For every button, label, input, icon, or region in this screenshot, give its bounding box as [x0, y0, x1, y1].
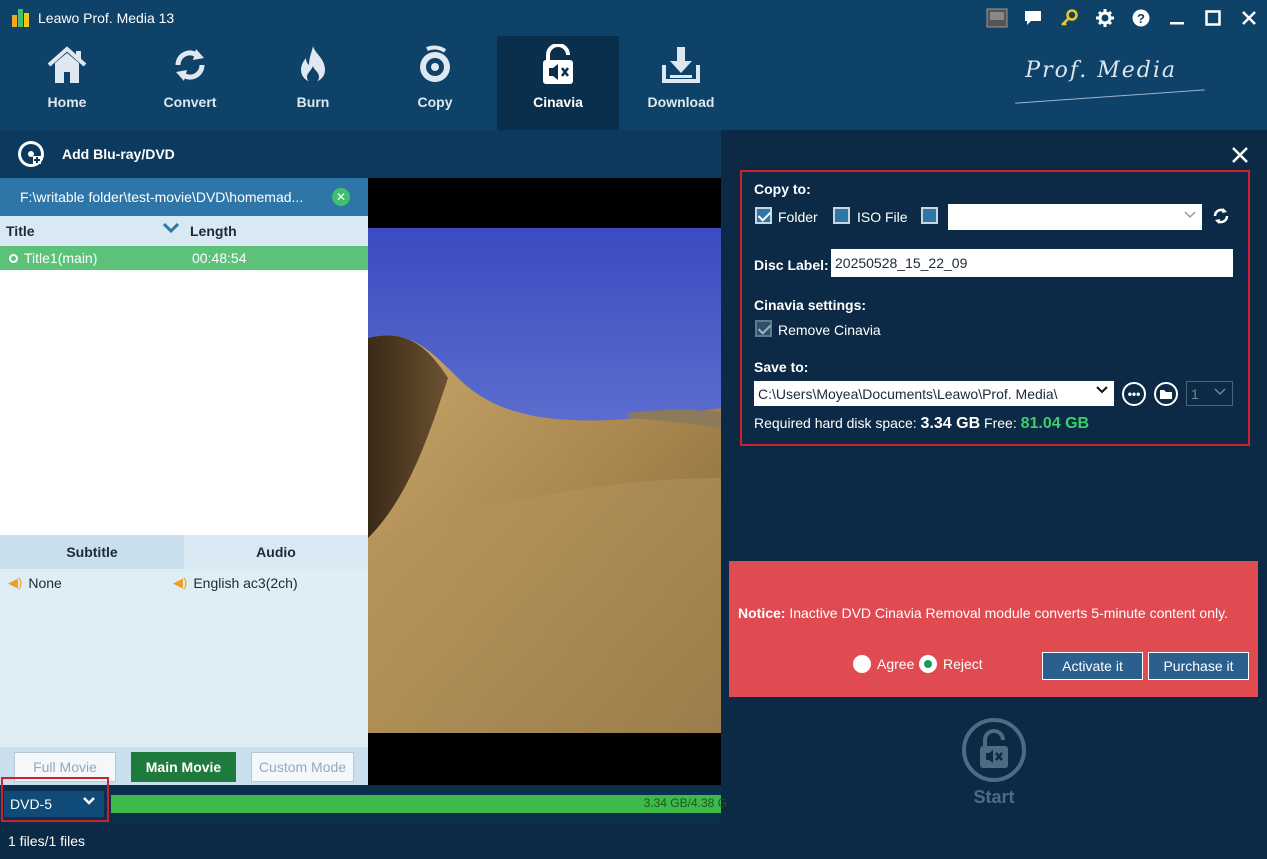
- status-bar: 1 files/1 files: [0, 823, 1267, 859]
- add-bluray-dvd-button[interactable]: Add Blu-ray/DVD: [62, 146, 175, 162]
- tab-copy[interactable]: Copy: [374, 36, 496, 130]
- brand-logo: Prof. Media: [1025, 58, 1177, 83]
- required-space-label: Required hard disk space:: [754, 415, 917, 431]
- main-movie-button[interactable]: Main Movie: [131, 752, 236, 782]
- add-bar: Add Blu-ray/DVD: [0, 130, 720, 178]
- disc-capacity-bar: 3.34 GB/4.38 G: [111, 795, 727, 813]
- brand-underline: [1015, 89, 1205, 104]
- subtitle-header: Subtitle: [0, 535, 184, 569]
- activate-button[interactable]: Activate it: [1042, 652, 1143, 680]
- disc-capacity-text: 3.34 GB/4.38 G: [643, 796, 727, 810]
- burn-icon: [293, 36, 333, 94]
- open-folder-icon[interactable]: [1154, 382, 1178, 406]
- column-length[interactable]: Length: [190, 223, 237, 239]
- drive-select[interactable]: [948, 204, 1202, 230]
- copy-icon: [415, 36, 455, 94]
- notice-box: Notice: Inactive DVD Cinavia Removal mod…: [729, 561, 1258, 697]
- speaker-icon: ◀︎): [173, 575, 188, 590]
- help-icon[interactable]: ?: [1123, 0, 1159, 36]
- chevron-down-icon[interactable]: [162, 221, 180, 237]
- start-cinavia-icon: [962, 718, 1026, 782]
- free-space-value: 81.04 GB: [1020, 415, 1090, 432]
- cinavia-icon: [538, 36, 578, 94]
- agree-radio[interactable]: Agree: [853, 655, 914, 673]
- add-disc-icon[interactable]: [18, 141, 44, 167]
- row-radio-icon: [9, 253, 18, 263]
- copy-to-label: Copy to:: [754, 181, 811, 197]
- start-button[interactable]: Start: [960, 718, 1028, 808]
- remove-cinavia-checkbox[interactable]: [755, 320, 772, 337]
- iso-file-checkbox[interactable]: [833, 207, 850, 224]
- notice-message: Notice: Inactive DVD Cinavia Removal mod…: [738, 605, 1228, 621]
- file-count: 1 files/1 files: [8, 833, 86, 849]
- drive-checkbox[interactable]: [921, 207, 938, 224]
- reject-radio[interactable]: Reject: [919, 655, 983, 673]
- chat-icon[interactable]: [1015, 0, 1051, 36]
- column-title[interactable]: Title: [6, 223, 35, 239]
- minimize-icon[interactable]: [1159, 0, 1195, 36]
- copy-settings-box: Copy to: Folder ISO File Disc Label: 202…: [740, 170, 1250, 446]
- audio-item[interactable]: ◀︎) English ac3(2ch): [173, 575, 298, 591]
- cinavia-settings-label: Cinavia settings:: [754, 297, 867, 313]
- tab-convert[interactable]: Convert: [129, 36, 251, 130]
- radio-selected-icon: [919, 655, 937, 673]
- disk-space-info: Required hard disk space: 3.34 GB Free: …: [754, 415, 1089, 433]
- title-list-panel: F:\writable folder\test-movie\DVD\homema…: [0, 178, 368, 785]
- main-toolbar: Home Convert Burn Copy Cinavia Download …: [0, 36, 1267, 130]
- start-label: Start: [973, 787, 1015, 807]
- key-icon[interactable]: [1051, 0, 1087, 36]
- close-panel-icon[interactable]: [1231, 144, 1249, 170]
- folder-label: Folder: [778, 209, 818, 225]
- subtitle-item[interactable]: ◀︎) None: [8, 575, 62, 591]
- remove-source-icon[interactable]: ✕: [332, 188, 350, 206]
- app-logo-icon: [12, 9, 30, 27]
- desert-preview-image: [368, 178, 721, 785]
- disc-label-input[interactable]: 20250528_15_22_09: [831, 249, 1233, 277]
- remove-cinavia-label: Remove Cinavia: [778, 322, 881, 338]
- convert-icon: [170, 36, 210, 94]
- download-icon: [661, 36, 701, 94]
- iso-file-label: ISO File: [857, 209, 908, 225]
- radio-icon: [853, 655, 871, 673]
- audio-header: Audio: [184, 535, 368, 569]
- subtitle-audio-list: ◀︎) None ◀︎) English ac3(2ch): [0, 569, 368, 747]
- speaker-icon: ◀︎): [8, 575, 23, 590]
- more-options-icon[interactable]: •••: [1122, 382, 1146, 406]
- disc-type-highlight: [1, 777, 109, 822]
- tab-home[interactable]: Home: [6, 36, 128, 130]
- app-title: Leawo Prof. Media 13: [38, 10, 175, 26]
- copies-select[interactable]: 1: [1186, 381, 1233, 406]
- video-preview[interactable]: [368, 178, 721, 785]
- purchase-button[interactable]: Purchase it: [1148, 652, 1249, 680]
- chevron-down-icon: [1096, 386, 1108, 398]
- source-path: F:\writable folder\test-movie\DVD\homema…: [20, 189, 304, 205]
- table-row[interactable]: Title1(main) 00:48:54: [0, 246, 368, 270]
- free-space-label: Free:: [984, 415, 1017, 431]
- home-icon: [45, 36, 89, 94]
- tab-cinavia[interactable]: Cinavia: [497, 36, 619, 130]
- required-space-value: 3.34 GB: [920, 415, 981, 432]
- refresh-icon[interactable]: [1212, 207, 1230, 228]
- svg-text:?: ?: [1137, 11, 1145, 26]
- save-to-label: Save to:: [754, 359, 809, 375]
- disc-label-title: Disc Label:: [754, 257, 829, 273]
- custom-mode-button[interactable]: Custom Mode: [251, 752, 354, 782]
- title-bar: Leawo Prof. Media 13 ?: [0, 0, 1267, 36]
- chevron-down-icon: [1184, 210, 1196, 222]
- save-path-select[interactable]: C:\Users\Moyea\Documents\Leawo\Prof. Med…: [754, 381, 1114, 406]
- close-icon[interactable]: [1231, 0, 1267, 36]
- chevron-down-icon: [1214, 387, 1226, 399]
- title-list-header: Title Length: [0, 216, 368, 246]
- amd-icon[interactable]: [979, 0, 1015, 36]
- tab-download[interactable]: Download: [620, 36, 742, 130]
- subtitle-audio-header: Subtitle Audio: [0, 535, 368, 569]
- folder-checkbox[interactable]: [755, 207, 772, 224]
- window-controls: ?: [979, 0, 1267, 36]
- gear-icon[interactable]: [1087, 0, 1123, 36]
- maximize-icon[interactable]: [1195, 0, 1231, 36]
- source-path-bar: F:\writable folder\test-movie\DVD\homema…: [0, 178, 368, 216]
- tab-burn[interactable]: Burn: [252, 36, 374, 130]
